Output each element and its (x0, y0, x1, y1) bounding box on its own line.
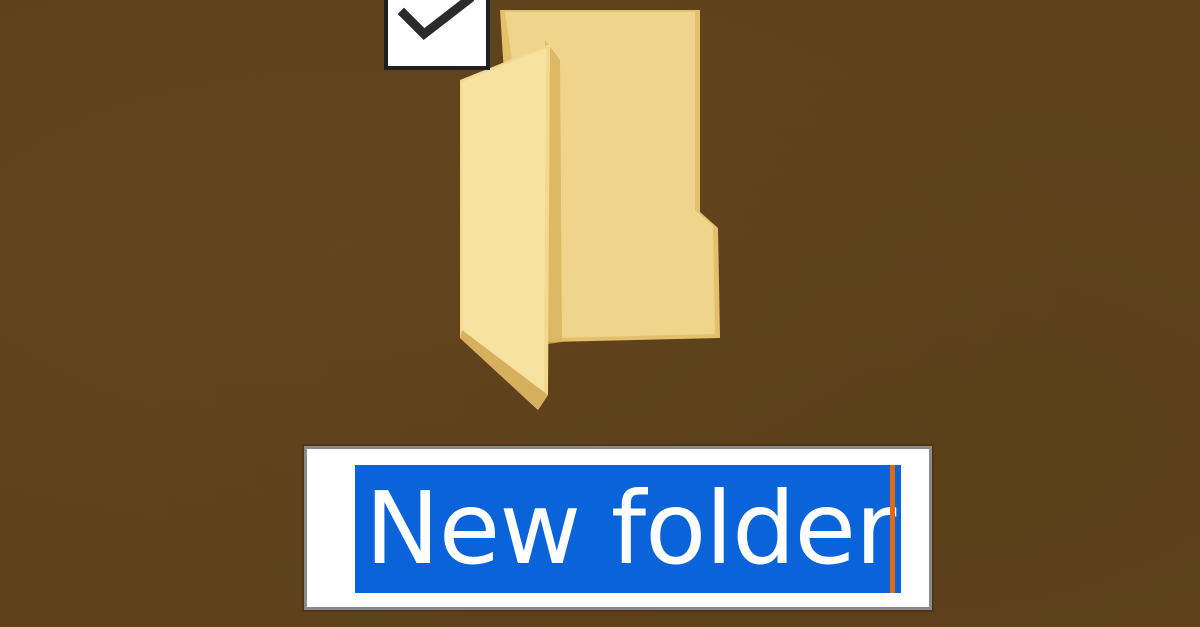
selection-checkbox[interactable] (384, 0, 490, 70)
desktop[interactable]: New folder (0, 0, 1200, 627)
folder-icon[interactable] (450, 0, 750, 420)
text-caret (890, 465, 895, 593)
checkmark-icon (398, 0, 475, 40)
rename-input[interactable]: New folder (304, 446, 932, 610)
folder-item[interactable]: New folder (300, 0, 940, 620)
selected-name-text: New folder (355, 465, 902, 593)
